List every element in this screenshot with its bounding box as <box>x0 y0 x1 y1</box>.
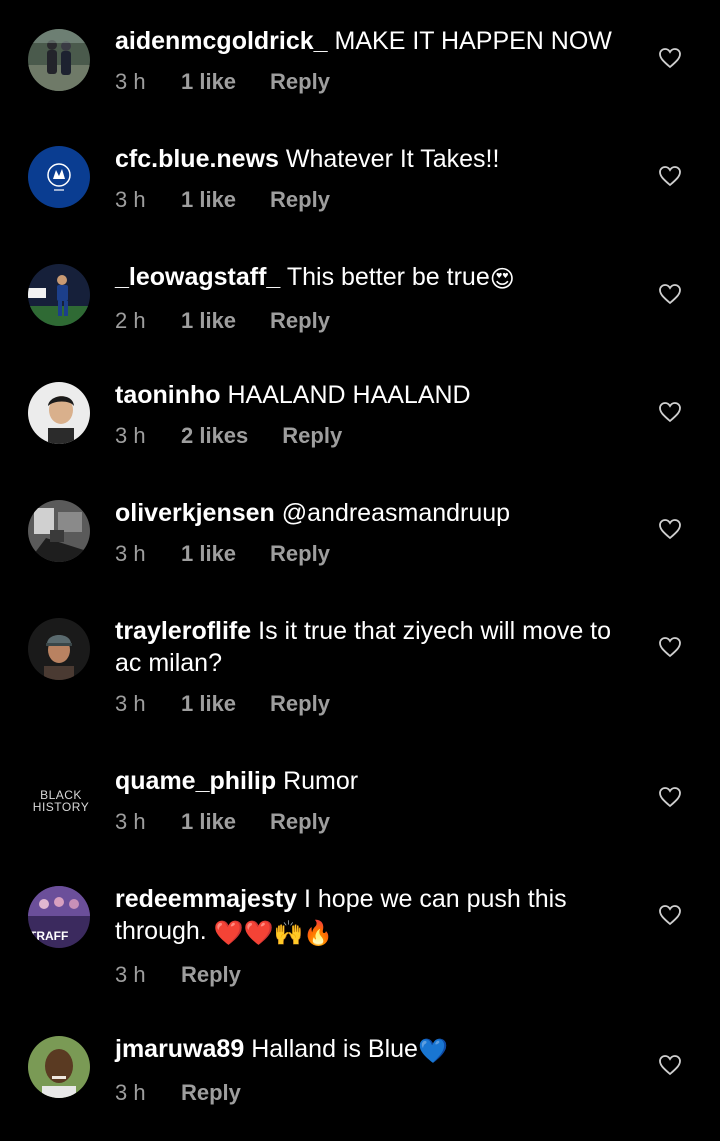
timestamp: 3 h <box>115 541 146 566</box>
comment-body: Whatever It Takes!! <box>285 145 500 173</box>
timestamp: 2 h <box>115 308 146 333</box>
photo-traffic-poster-icon: TRAFF <box>28 886 90 948</box>
heart-icon <box>659 402 681 423</box>
timestamp: 3 h <box>115 69 146 94</box>
avatar[interactable] <box>28 500 90 562</box>
likes-count[interactable]: 1 like <box>181 67 236 97</box>
like-button[interactable] <box>658 164 682 188</box>
like-button[interactable] <box>658 903 682 927</box>
heart-icon <box>659 787 681 808</box>
avatar-label: TRAFF <box>29 929 68 943</box>
photo-man-cap-icon <box>28 618 90 680</box>
likes-count[interactable]: 1 like <box>181 306 236 336</box>
comment-text: oliverkjensen @andreasmandruup <box>115 497 635 529</box>
comment-meta: 3 h Reply <box>115 960 635 990</box>
comment-meta: 3 h 1 like Reply <box>115 807 635 837</box>
heart-icon <box>659 905 681 926</box>
comment-meta: 3 h 2 likes Reply <box>115 421 635 451</box>
avatar[interactable] <box>28 382 90 444</box>
reply-button[interactable]: Reply <box>181 960 241 990</box>
username[interactable]: redeemmajesty <box>115 885 297 913</box>
comment-text: trayleroflife Is it true that ziyech wil… <box>115 615 635 679</box>
comment-meta: 3 h 1 like Reply <box>115 67 635 97</box>
username[interactable]: quame_philip <box>115 767 276 795</box>
photo-man-smiling-icon <box>28 1036 90 1098</box>
username[interactable]: _leowagstaff_ <box>115 263 280 291</box>
comment-meta: 3 h 1 like Reply <box>115 689 635 719</box>
like-button[interactable] <box>658 785 682 809</box>
heart-icon <box>659 166 681 187</box>
timestamp: 3 h <box>115 187 146 212</box>
photo-portrait-icon <box>28 382 90 444</box>
like-button[interactable] <box>658 400 682 424</box>
like-button[interactable] <box>658 1053 682 1077</box>
photo-football-player-icon <box>28 264 90 326</box>
comment-body: @andreasmandruup <box>281 499 511 527</box>
comment-text: taoninho HAALAND HAALAND <box>115 379 635 411</box>
heart-icon <box>659 519 681 540</box>
comment-text: quame_philip Rumor <box>115 765 635 797</box>
likes-count[interactable]: 1 like <box>181 689 236 719</box>
comment-body: Rumor <box>283 767 359 795</box>
username[interactable]: jmaruwa89 <box>115 1035 244 1063</box>
comment-text: jmaruwa89 Halland is Blue💙 <box>115 1033 635 1068</box>
avatar[interactable] <box>28 618 90 680</box>
reply-button[interactable]: Reply <box>270 185 330 215</box>
like-button[interactable] <box>658 635 682 659</box>
likes-count[interactable]: 1 like <box>181 185 236 215</box>
timestamp: 3 h <box>115 962 146 987</box>
photo-grayscale-room-icon <box>28 500 90 562</box>
heart-icon <box>659 284 681 305</box>
reply-button[interactable]: Reply <box>270 306 330 336</box>
reply-button[interactable]: Reply <box>270 67 330 97</box>
username[interactable]: cfc.blue.news <box>115 145 279 173</box>
avatar-text: HISTORY <box>32 800 90 814</box>
comment-body: HAALAND HAALAND <box>227 381 471 409</box>
comment-meta: 3 h Reply <box>115 1078 635 1108</box>
username[interactable]: taoninho <box>115 381 221 409</box>
heart-icon <box>659 637 681 658</box>
likes-count[interactable]: 1 like <box>181 807 236 837</box>
reply-button[interactable]: Reply <box>270 539 330 569</box>
timestamp: 3 h <box>115 1080 146 1105</box>
heart-icon <box>659 48 681 69</box>
reply-button[interactable]: Reply <box>270 807 330 837</box>
reply-button[interactable]: Reply <box>181 1078 241 1108</box>
comment-text: redeemmajesty I hope we can push this th… <box>115 883 635 950</box>
like-button[interactable] <box>658 282 682 306</box>
photo-two-people-icon <box>28 29 90 91</box>
comment-text: _leowagstaff_ This better be true😍 <box>115 261 635 296</box>
username[interactable]: oliverkjensen <box>115 499 275 527</box>
comment-text: cfc.blue.news Whatever It Takes!! <box>115 143 635 175</box>
heart-icon <box>659 1055 681 1076</box>
avatar[interactable]: TRAFF <box>28 886 90 948</box>
like-button[interactable] <box>658 517 682 541</box>
emoji: 💙 <box>417 1038 448 1065</box>
username[interactable]: aidenmcgoldrick_ <box>115 27 328 55</box>
timestamp: 3 h <box>115 691 146 716</box>
avatar[interactable] <box>28 264 90 326</box>
comment-meta: 2 h 1 like Reply <box>115 306 635 336</box>
comment-body: MAKE IT HAPPEN NOW <box>334 27 612 55</box>
avatar[interactable]: BLACK HISTORY <box>30 789 92 851</box>
reply-button[interactable]: Reply <box>282 421 342 451</box>
timestamp: 3 h <box>115 809 146 834</box>
username[interactable]: trayleroflife <box>115 617 251 645</box>
likes-count[interactable]: 2 likes <box>181 421 248 451</box>
comment-body: Halland is Blue <box>251 1035 418 1063</box>
emoji: ❤️❤️🙌🔥 <box>213 920 334 947</box>
avatar[interactable] <box>28 146 90 208</box>
avatar[interactable] <box>28 29 90 91</box>
comment-body: This better be true <box>286 263 490 291</box>
comment-text: aidenmcgoldrick_ MAKE IT HAPPEN NOW <box>115 25 635 57</box>
timestamp: 3 h <box>115 423 146 448</box>
avatar[interactable] <box>28 1036 90 1098</box>
reply-button[interactable]: Reply <box>270 689 330 719</box>
likes-count[interactable]: 1 like <box>181 539 236 569</box>
comment-meta: 3 h 1 like Reply <box>115 185 635 215</box>
like-button[interactable] <box>658 46 682 70</box>
emoji: 😍 <box>489 266 515 293</box>
comment-meta: 3 h 1 like Reply <box>115 539 635 569</box>
chelsea-crest-icon <box>28 146 90 208</box>
